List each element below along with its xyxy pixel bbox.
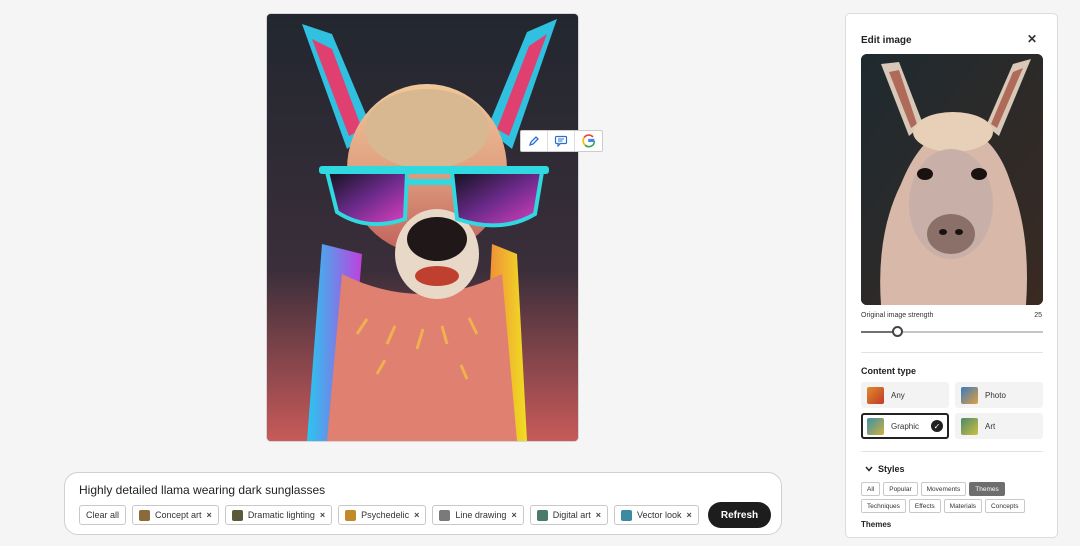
- check-icon: ✓: [931, 420, 943, 432]
- close-icon[interactable]: ×: [414, 510, 419, 520]
- panel-title: Edit image: [861, 35, 912, 46]
- style-filter-row-1: All Popular Movements Themes: [861, 482, 1005, 496]
- reference-image: [861, 54, 1043, 305]
- close-icon[interactable]: ×: [687, 510, 692, 520]
- style-chip-vector-look[interactable]: Vector look ×: [614, 505, 699, 525]
- close-icon[interactable]: ×: [596, 510, 601, 520]
- prompt-input[interactable]: Highly detailed llama wearing dark sungl…: [79, 483, 325, 497]
- style-thumbnail: [231, 509, 243, 521]
- clear-all-button[interactable]: Clear all: [79, 505, 127, 525]
- chip-label: Vector look: [637, 510, 682, 520]
- style-thumbnail: [536, 509, 548, 521]
- style-thumbnail: [621, 509, 632, 521]
- filter-effects[interactable]: Effects: [908, 499, 941, 513]
- divider: [861, 352, 1043, 353]
- art-thumbnail: [961, 417, 978, 435]
- pencil-icon[interactable]: [521, 131, 548, 151]
- prompt-bar: Highly detailed llama wearing dark sungl…: [64, 472, 782, 535]
- content-type-label: Photo: [985, 390, 1006, 400]
- edit-image-panel: Edit image ✕ Original image strength 25 …: [845, 13, 1058, 538]
- floating-toolbar: [520, 130, 603, 152]
- style-chip-row: Clear all Concept art × Dramatic lightin…: [79, 505, 699, 525]
- chip-label: Psychedelic: [361, 510, 410, 520]
- content-type-any[interactable]: Any: [861, 382, 949, 408]
- content-type-label: Graphic: [891, 421, 920, 431]
- any-thumbnail: [867, 386, 884, 404]
- styles-title: Styles: [878, 464, 905, 474]
- chip-label: Digital art: [552, 510, 591, 520]
- style-thumbnail: [139, 509, 151, 521]
- strength-label: Original image strength: [861, 312, 934, 319]
- strength-value: 25: [1034, 312, 1042, 319]
- comment-icon[interactable]: [548, 131, 575, 151]
- chip-label: Line drawing: [455, 510, 507, 520]
- google-icon[interactable]: [575, 131, 602, 151]
- close-icon[interactable]: ×: [320, 510, 325, 520]
- filter-techniques[interactable]: Techniques: [861, 499, 906, 513]
- style-thumbnail: [345, 509, 357, 521]
- filter-materials[interactable]: Materials: [943, 499, 983, 513]
- close-icon[interactable]: ✕: [1027, 33, 1037, 45]
- style-chip-psychedelic[interactable]: Psychedelic ×: [338, 505, 427, 525]
- chip-label: Dramatic lighting: [247, 510, 315, 520]
- filter-concepts[interactable]: Concepts: [985, 499, 1025, 513]
- themes-subtitle: Themes: [861, 520, 892, 529]
- photo-thumbnail: [961, 386, 978, 404]
- close-icon[interactable]: ×: [511, 510, 516, 520]
- filter-themes[interactable]: Themes: [969, 482, 1005, 496]
- style-chip-concept-art[interactable]: Concept art ×: [132, 505, 219, 525]
- style-chip-digital-art[interactable]: Digital art ×: [529, 505, 608, 525]
- llama-graphic-illustration: [267, 14, 578, 441]
- generated-image[interactable]: [267, 14, 578, 441]
- style-thumbnail: [439, 509, 451, 521]
- style-chip-line-drawing[interactable]: Line drawing ×: [432, 505, 524, 525]
- refresh-button[interactable]: Refresh: [708, 502, 771, 528]
- styles-section-toggle[interactable]: Styles: [865, 464, 905, 474]
- content-type-graphic[interactable]: Graphic ✓: [861, 413, 949, 439]
- style-filter-row-2: Techniques Effects Materials Concepts: [861, 499, 1025, 513]
- filter-movements[interactable]: Movements: [920, 482, 967, 496]
- filter-popular[interactable]: Popular: [883, 482, 918, 496]
- filter-all[interactable]: All: [861, 482, 881, 496]
- strength-slider-track[interactable]: [861, 331, 1043, 333]
- content-type-label: Any: [891, 390, 905, 400]
- llama-photo: [861, 54, 1043, 305]
- content-type-photo[interactable]: Photo: [955, 382, 1043, 408]
- content-type-label: Art: [985, 421, 996, 431]
- chip-label: Concept art: [155, 510, 202, 520]
- content-type-art[interactable]: Art: [955, 413, 1043, 439]
- chevron-down-icon: [865, 465, 873, 474]
- style-chip-dramatic-lighting[interactable]: Dramatic lighting ×: [224, 505, 333, 525]
- divider: [861, 451, 1043, 452]
- strength-slider-thumb[interactable]: [892, 326, 904, 337]
- close-icon[interactable]: ×: [207, 510, 212, 520]
- content-type-title: Content type: [861, 366, 916, 376]
- graphic-thumbnail: [867, 417, 884, 435]
